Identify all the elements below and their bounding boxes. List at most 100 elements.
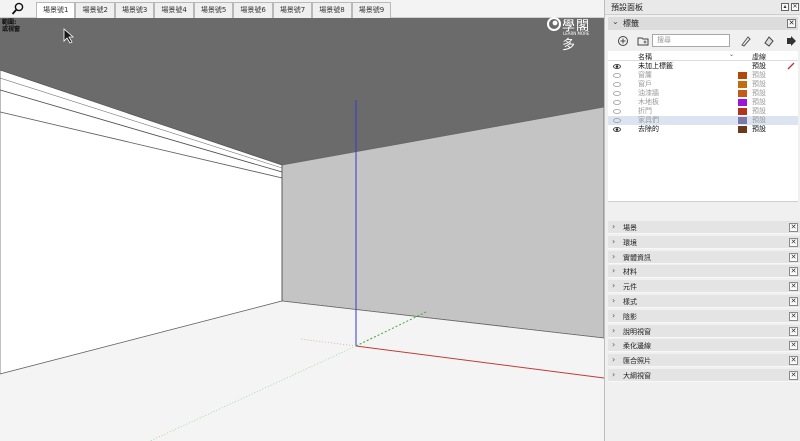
tag-row[interactable]: 折門 預設: [608, 107, 798, 116]
tag-row[interactable]: 家具們 預設: [608, 116, 798, 125]
tag-line-style[interactable]: 預設: [752, 89, 766, 98]
pencil-icon[interactable]: [787, 62, 795, 70]
tag-row[interactable]: 未加上標籤 預設: [608, 62, 798, 71]
pin-icon[interactable]: ▴: [781, 3, 789, 11]
panel-section-header[interactable]: › 場景 ✕: [608, 221, 800, 234]
tag-name[interactable]: 折門: [638, 107, 652, 116]
section-close-button[interactable]: ✕: [789, 282, 798, 292]
tag-row[interactable]: 去除的 預設: [608, 125, 798, 134]
tag-line-style[interactable]: 預設: [752, 80, 766, 89]
section-close-button[interactable]: ✕: [789, 341, 798, 351]
tag-row[interactable]: 窗簾 預設: [608, 71, 798, 80]
tag-color-swatch[interactable]: [738, 99, 747, 106]
tag-line-style[interactable]: 預設: [752, 107, 766, 116]
scene-tab[interactable]: 場景號1: [36, 2, 76, 18]
scene-tab[interactable]: 場景號5: [193, 2, 234, 18]
tag-name[interactable]: 未加上標籤: [638, 62, 673, 71]
tag-color-swatch[interactable]: [738, 108, 747, 115]
tag-color-swatch[interactable]: [738, 117, 747, 124]
panel-section-header[interactable]: › 實體資訊 ✕: [608, 250, 800, 264]
tag-line-style[interactable]: 預設: [752, 62, 766, 71]
chevron-right-icon[interactable]: ›: [612, 326, 615, 335]
panel-divider: [608, 201, 798, 215]
sort-chevron-icon[interactable]: ⌄: [729, 51, 734, 58]
eye-open-icon[interactable]: [613, 64, 621, 69]
tag-name[interactable]: 去除的: [638, 125, 659, 134]
tag-search-input[interactable]: 搜尋: [652, 34, 730, 47]
tag-tool-icon[interactable]: [740, 35, 752, 47]
panel-section-header[interactable]: › 元件 ✕: [608, 280, 800, 294]
tag-name[interactable]: 油漆牆: [638, 89, 659, 98]
panel-section-header[interactable]: › 環境 ✕: [608, 235, 800, 249]
panel-section-header[interactable]: › 陰影 ✕: [608, 309, 800, 323]
panel-section-header[interactable]: › 匯合照片 ✕: [608, 354, 800, 368]
chevron-right-icon[interactable]: ›: [612, 311, 615, 320]
tag-line-style[interactable]: 預設: [752, 98, 766, 107]
panel-section-header[interactable]: › 材料 ✕: [608, 265, 800, 279]
chevron-right-icon[interactable]: ›: [612, 281, 615, 290]
close-icon[interactable]: ✕: [791, 3, 799, 11]
chevron-right-icon[interactable]: ›: [612, 355, 615, 364]
tag-name[interactable]: 窗戶: [638, 80, 652, 89]
details-arrow-icon[interactable]: [785, 35, 797, 47]
section-close-button[interactable]: ✕: [789, 371, 798, 380]
tag-row[interactable]: 窗戶 預設: [608, 80, 798, 89]
chevron-right-icon[interactable]: ›: [612, 237, 615, 246]
eye-closed-icon[interactable]: [613, 91, 621, 96]
scene-tab[interactable]: 場景號6: [233, 2, 273, 18]
scene-tab[interactable]: 場景號4: [154, 2, 194, 18]
panel-section-header[interactable]: › 樣式 ✕: [608, 295, 800, 308]
tag-row[interactable]: 木地板 預設: [608, 98, 798, 107]
chevron-right-icon[interactable]: ›: [612, 222, 615, 231]
tag-color-swatch[interactable]: [738, 126, 747, 133]
panel-section-header[interactable]: › 說明視窗 ✕: [608, 324, 800, 338]
section-close-button[interactable]: ✕: [789, 223, 798, 232]
eye-closed-icon[interactable]: [613, 82, 621, 87]
tag-name[interactable]: 木地板: [638, 98, 659, 107]
section-close-button[interactable]: ✕: [789, 237, 798, 247]
tag-line-style[interactable]: 預設: [752, 116, 766, 125]
chevron-right-icon[interactable]: ›: [612, 340, 615, 349]
tags-section-header[interactable]: ⌄ 標籤 ✕: [608, 17, 798, 30]
chevron-right-icon[interactable]: ›: [612, 370, 615, 379]
section-close-button[interactable]: ✕: [789, 297, 798, 306]
eye-closed-icon[interactable]: [613, 73, 621, 78]
chevron-down-icon[interactable]: ⌄: [612, 17, 619, 26]
scene-canvas[interactable]: [0, 0, 604, 441]
scene-tab[interactable]: 場景號7: [272, 2, 313, 18]
chevron-right-icon[interactable]: ›: [612, 252, 615, 261]
section-close-button[interactable]: ✕: [789, 311, 798, 321]
eye-open-icon[interactable]: [613, 127, 621, 132]
model-viewport[interactable]: 場景號1 場景號2 場景號3 場景號4 場景號5 場景號6 場景號7 場景號8 場景號9 範圍:…: [0, 0, 604, 441]
zoom-tool-icon[interactable]: [11, 2, 25, 16]
color-by-tag-icon[interactable]: [763, 35, 775, 47]
tag-color-swatch[interactable]: [738, 81, 747, 88]
eye-closed-icon[interactable]: [613, 118, 621, 123]
chevron-right-icon[interactable]: ›: [612, 296, 615, 305]
tag-name[interactable]: 窗簾: [638, 71, 652, 80]
scene-tab[interactable]: 場景號8: [312, 2, 352, 18]
section-close-button[interactable]: ✕: [789, 356, 798, 366]
add-folder-icon[interactable]: [637, 35, 649, 47]
column-name-header[interactable]: 名稱: [638, 52, 652, 62]
scene-tab[interactable]: 場景號3: [114, 2, 155, 18]
tag-color-swatch[interactable]: [738, 72, 747, 79]
section-close-button[interactable]: ✕: [789, 267, 798, 277]
scene-tab[interactable]: 場景號2: [75, 2, 115, 18]
section-close-button[interactable]: ✕: [789, 326, 798, 336]
chevron-right-icon[interactable]: ›: [612, 266, 615, 275]
eye-closed-icon[interactable]: [613, 100, 621, 105]
eye-closed-icon[interactable]: [613, 109, 621, 114]
tag-line-style[interactable]: 預設: [752, 125, 766, 134]
scene-tab[interactable]: 場景號9: [351, 2, 392, 18]
tags-close-button[interactable]: ✕: [787, 19, 796, 28]
panel-section-header[interactable]: › 柔化邊線 ✕: [608, 339, 800, 353]
tag-row[interactable]: 油漆牆 預設: [608, 89, 798, 98]
tag-name[interactable]: 家具們: [638, 116, 659, 125]
tag-line-style[interactable]: 預設: [752, 71, 766, 80]
tag-color-swatch[interactable]: [738, 90, 747, 97]
column-line-header[interactable]: 虛線: [752, 52, 766, 62]
add-tag-icon[interactable]: [617, 35, 629, 47]
panel-section-header[interactable]: › 大綱視窗 ✕: [608, 369, 800, 382]
section-close-button[interactable]: ✕: [789, 252, 798, 262]
